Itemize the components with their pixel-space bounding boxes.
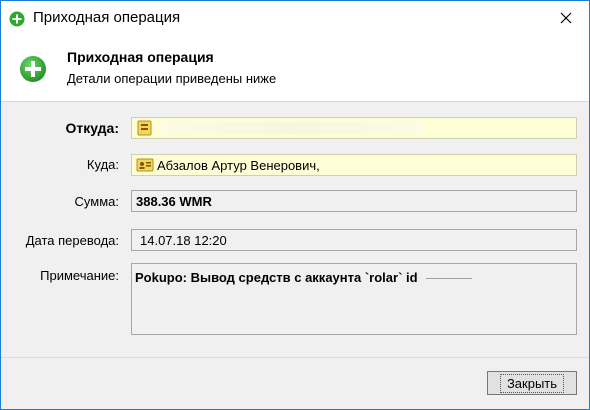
close-button-label: Закрыть — [499, 373, 565, 393]
redacted-area — [161, 122, 421, 134]
header-title: Приходная операция — [67, 49, 214, 65]
to-field[interactable]: Абзалов Артур Венерович, — [131, 154, 577, 176]
redacted-line — [425, 278, 472, 280]
to-label: Куда: — [86, 157, 119, 172]
note-label: Примечание: — [40, 268, 119, 283]
to-value: Абзалов Артур Венерович, — [157, 157, 320, 173]
from-field[interactable] — [131, 117, 577, 139]
date-field[interactable]: 14.07.18 12:20 — [131, 229, 577, 251]
plus-circle-icon — [9, 11, 25, 27]
note-field[interactable]: Pokupo: Вывод средств с аккаунта `rolar`… — [131, 263, 577, 335]
header-subtitle: Детали операции приведены ниже — [67, 71, 277, 86]
amount-value: 388.36 WMR — [136, 193, 212, 209]
close-icon — [560, 12, 572, 24]
note-value: Pokupo: Вывод средств с аккаунта `rolar`… — [135, 270, 418, 285]
date-label: Дата перевода: — [25, 233, 119, 248]
date-value: 14.07.18 12:20 — [140, 232, 227, 248]
amount-field[interactable]: 388.36 WMR — [131, 190, 577, 212]
close-button[interactable]: Закрыть — [487, 371, 577, 395]
window-title: Приходная операция — [33, 9, 181, 26]
id-card-icon — [136, 158, 154, 172]
from-label: Откуда: — [65, 120, 119, 136]
title-bar[interactable]: Приходная операция — [1, 1, 589, 35]
close-window-button[interactable] — [543, 1, 589, 35]
wallet-icon — [137, 120, 152, 136]
dialog-window: Приходная операция Приходная операция Де… — [0, 0, 590, 410]
footer-divider — [1, 357, 589, 358]
amount-label: Сумма: — [74, 194, 119, 209]
dialog-header: Приходная операция Детали операции приве… — [1, 35, 589, 102]
plus-circle-icon — [20, 56, 46, 82]
